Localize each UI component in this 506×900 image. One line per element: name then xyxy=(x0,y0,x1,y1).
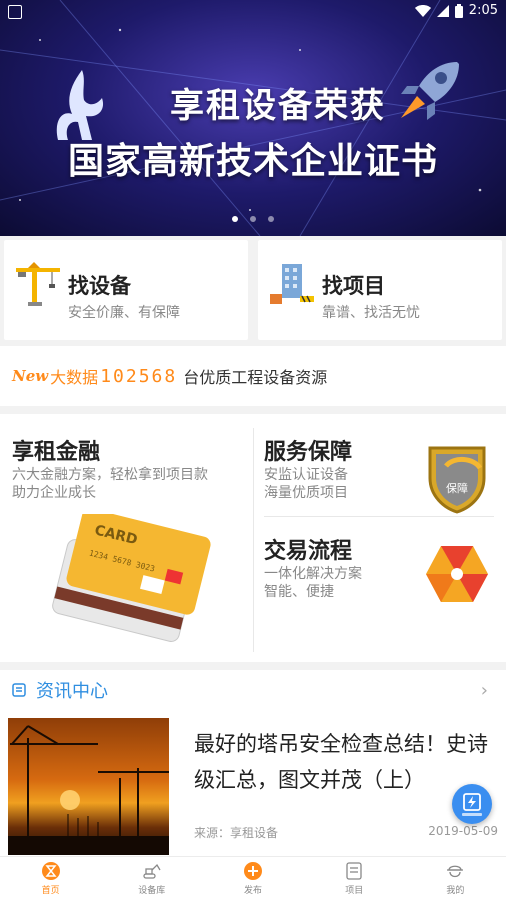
tab-equipment[interactable]: 设备库 xyxy=(101,857,202,900)
services-section: 享租金融 六大金融方案，轻松拿到项目款 助力企业成长 CARD 1234 567… xyxy=(0,414,506,662)
find-project-card[interactable]: 找项目 靠谱、找活无忧 xyxy=(258,240,502,340)
new-badge: New xyxy=(12,367,49,385)
news-thumbnail xyxy=(8,718,169,855)
home-hourglass-icon xyxy=(41,862,60,880)
signal-icon xyxy=(436,4,449,17)
guarantee-line1: 安监认证设备 xyxy=(264,467,348,483)
shield-guarantee-icon: 保障 xyxy=(428,446,486,514)
notification-icon xyxy=(8,5,22,19)
banner-headline-2: 国家高新技术企业证书 xyxy=(67,141,438,182)
process-line2: 智能、便捷 xyxy=(264,584,334,600)
big-data-banner[interactable]: New 大数据 102568 台优质工程设备资源 xyxy=(0,346,506,406)
banner-headline-1: 享租设备荣获 xyxy=(170,86,386,126)
promo-banner[interactable]: 享租设备荣获 国家高新技术企业证书 xyxy=(0,0,506,236)
floating-action-button[interactable] xyxy=(452,784,492,824)
news-center-header[interactable]: 资讯中心 › xyxy=(0,670,506,710)
tab-equipment-label: 设备库 xyxy=(138,886,166,896)
process-title: 交易流程 xyxy=(264,539,353,564)
chevron-right-icon[interactable]: › xyxy=(481,680,488,701)
tab-home-label: 首页 xyxy=(41,886,60,896)
building-site-icon xyxy=(270,264,314,304)
excavator-icon xyxy=(143,863,161,879)
find-project-subtitle: 靠谱、找活无忧 xyxy=(322,305,420,321)
find-equipment-title: 找设备 xyxy=(68,274,131,298)
worker-helmet-icon xyxy=(447,865,464,878)
lightning-doc-icon xyxy=(462,793,482,816)
news-source: 来源：享租设备 xyxy=(194,826,279,840)
find-equipment-card[interactable]: 找设备 安全价廉、有保障 xyxy=(4,240,248,340)
news-title: 最好的塔吊安全检查总结！史诗级汇总，图文并茂（上） xyxy=(194,732,488,792)
big-data-label: 大数据 xyxy=(50,368,99,387)
project-list-icon xyxy=(346,862,362,880)
app-screen: 享租设备荣获 国家高新技术企业证书 2:05 找设备 安全价廉、有保障 找项目 … xyxy=(0,0,506,900)
crane-sunset-image-icon xyxy=(8,725,169,855)
find-project-title: 找项目 xyxy=(322,274,385,298)
guarantee-title: 服务保障 xyxy=(264,440,353,465)
shield-badge-text: 保障 xyxy=(446,481,468,495)
finance-title: 享租金融 xyxy=(12,440,101,465)
tab-publish-label: 发布 xyxy=(244,886,263,896)
news-center-title: 资讯中心 xyxy=(36,681,108,702)
status-bar: 2:05 xyxy=(0,0,506,24)
finder-cards: 找设备 安全价廉、有保障 找项目 靠谱、找活无忧 xyxy=(0,236,506,346)
wifi-icon xyxy=(414,4,431,17)
tab-projects-label: 项目 xyxy=(345,886,364,896)
process-hexagon-icon xyxy=(426,546,488,602)
tab-home[interactable]: 首页 xyxy=(0,857,101,900)
finance-line2: 助力企业成长 xyxy=(12,485,96,501)
guarantee-line2: 海量优质项目 xyxy=(264,485,348,501)
tower-crane-icon xyxy=(16,262,60,306)
find-equipment-subtitle: 安全价廉、有保障 xyxy=(68,305,180,321)
tab-publish[interactable]: 发布 xyxy=(202,857,303,900)
news-icon xyxy=(12,683,26,697)
tab-mine-label: 我的 xyxy=(446,886,465,896)
carousel-dot[interactable] xyxy=(268,216,274,222)
credit-card-icon: CARD 1234 5678 3023 xyxy=(52,514,211,642)
bottom-tab-bar: 首页 设备库 发布 项目 我的 xyxy=(0,856,506,900)
process-line1: 一体化解决方案 xyxy=(264,566,362,582)
equipment-count: 102568 xyxy=(100,365,178,387)
status-time: 2:05 xyxy=(468,3,498,18)
finance-card[interactable]: 享租金融 六大金融方案，轻松拿到项目款 助力企业成长 CARD 1234 567… xyxy=(0,414,253,662)
plus-circle-icon xyxy=(244,862,262,880)
news-list-item[interactable]: 最好的塔吊安全检查总结！史诗级汇总，图文并茂（上） 来源：享租设备 2019-0… xyxy=(0,710,506,856)
big-data-tail: 台优质工程设备资源 xyxy=(183,368,328,387)
tab-mine[interactable]: 我的 xyxy=(405,857,506,900)
news-date: 2019-05-09 xyxy=(428,824,498,838)
battery-icon xyxy=(454,3,463,18)
carousel-dot[interactable] xyxy=(232,216,238,222)
finance-line1: 六大金融方案，轻松拿到项目款 xyxy=(12,467,208,483)
carousel-dot[interactable] xyxy=(250,216,256,222)
carousel-dots xyxy=(0,216,506,222)
tab-projects[interactable]: 项目 xyxy=(304,857,405,900)
